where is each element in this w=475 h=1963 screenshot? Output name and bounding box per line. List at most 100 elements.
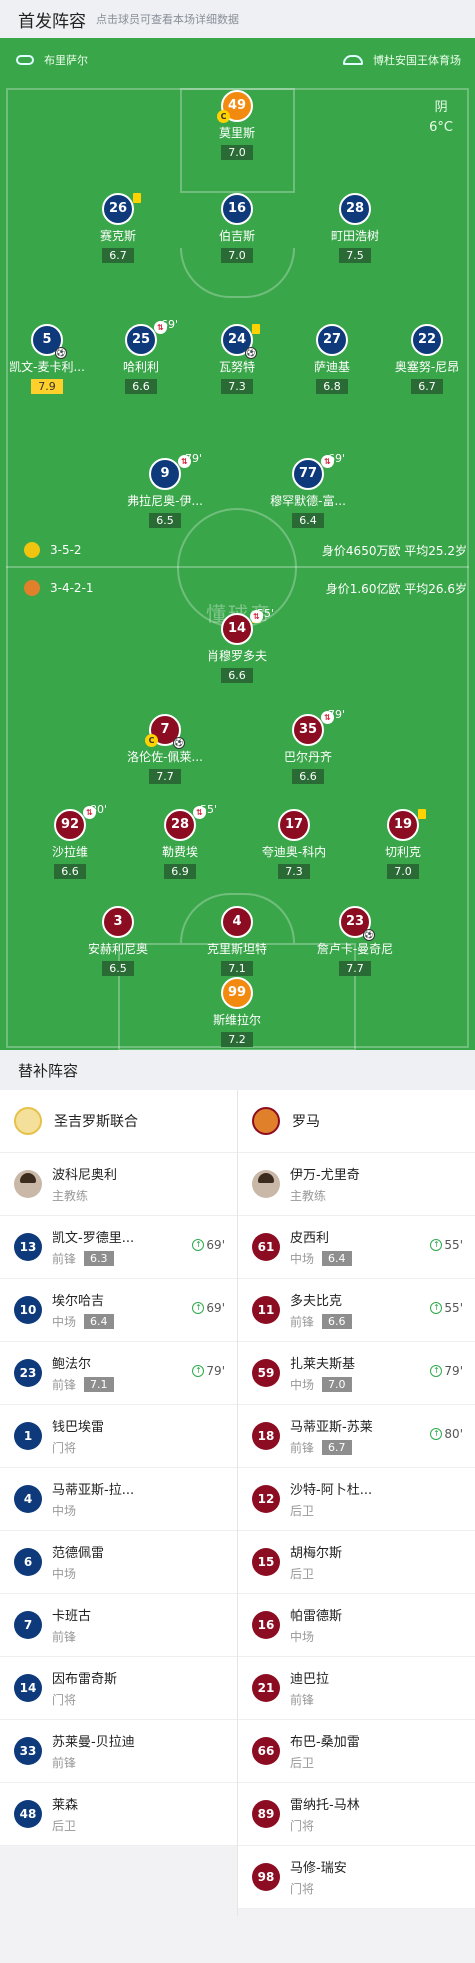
player-rating: 7.2 [221, 1032, 253, 1047]
bench-player-name: 迪巴拉 [290, 1672, 330, 1687]
player-rating: 7.3 [221, 379, 253, 394]
bench-player[interactable]: 7 卡班古 前锋 [0, 1594, 237, 1657]
player-number: 7 [160, 722, 170, 737]
yellow-card-icon [133, 193, 141, 203]
player-rating: 6.6 [292, 769, 324, 784]
away-player[interactable]: 7 C ⚽ 洛伦佐-佩莱... 7.7 [105, 714, 225, 784]
bench-player-number: 21 [252, 1674, 280, 1702]
bench-player-rating: 6.3 [84, 1251, 114, 1266]
coach-role: 主教练 [290, 1189, 327, 1203]
bench-player-name: 扎莱夫斯基 [290, 1357, 356, 1372]
player-number: 49 [227, 98, 247, 113]
bench-player[interactable]: 1 钱巴埃雷 门将 [0, 1405, 237, 1468]
player-rating: 7.1 [221, 961, 253, 976]
home-player[interactable]: 9 ⇅ 79' 弗拉尼奥-伊... 6.5 [105, 452, 225, 528]
home-player[interactable]: 77 ⇅ 69' 穆罕默德-富... 6.4 [248, 452, 368, 528]
away-player[interactable]: 14 ⇅ 55' 肖穆罗多夫 6.6 [177, 607, 297, 683]
bench-player-position: 后卫 [52, 1819, 77, 1833]
bench-player-name: 胡梅尔斯 [290, 1546, 343, 1561]
home-player[interactable]: 49 C 莫里斯 7.0 [177, 90, 297, 160]
home-formation: 3-5-2 [24, 542, 82, 558]
player-rating: 6.4 [292, 513, 324, 528]
bench-player-name: 雷纳托-马林 [290, 1798, 360, 1813]
away-formation: 3-4-2-1 [24, 580, 94, 596]
bench-player-number: 13 [14, 1233, 42, 1261]
stadium-icon [343, 55, 363, 65]
bench-player-position: 前锋 [290, 1441, 315, 1455]
goal-ball-icon: ⚽ [363, 929, 375, 941]
bench-player[interactable]: 66 布巴-桑加雷 后卫 [238, 1720, 475, 1783]
away-player[interactable]: 17 夸迪奥-科内 7.3 [234, 809, 354, 879]
bench-player-number: 15 [252, 1548, 280, 1576]
bench-player[interactable]: 33 苏莱曼-贝拉迪 前锋 [0, 1720, 237, 1783]
bench-player-number: 10 [14, 1296, 42, 1324]
player-number-badge: 92 ⇅ 80' [54, 803, 107, 841]
bench-player[interactable]: 48 莱森 后卫 [0, 1783, 237, 1846]
bench-player-number: 89 [252, 1800, 280, 1828]
bench-player[interactable]: 21 迪巴拉 前锋 [238, 1657, 475, 1720]
bench-player-name: 范德佩雷 [52, 1546, 105, 1561]
bench-player[interactable]: 14 因布雷奇斯 门将 [0, 1657, 237, 1720]
bench-player[interactable]: 61 皮西利 中场 6.4 ↑ 55' [238, 1216, 475, 1279]
home-player[interactable]: 22 奥塞努-尼昂 6.7 [367, 324, 475, 394]
player-number-badge: 5 ⚽ [31, 324, 67, 359]
bench-player-position: 中场 [52, 1504, 77, 1518]
sub-off-time: 55' [200, 803, 218, 816]
bench-player-rating: 7.1 [84, 1377, 114, 1392]
player-name: 穆罕默德-富... [270, 494, 346, 508]
away-player[interactable]: 3 安赫利尼奥 6.5 [58, 906, 178, 976]
away-team-name: 罗马 [292, 1114, 320, 1130]
away-player[interactable]: 28 ⇅ 55' 勒费埃 6.9 [120, 803, 240, 879]
bench-player-position: 中场 [290, 1252, 315, 1266]
player-rating: 6.7 [102, 248, 134, 263]
referee-info: 布里萨尔 [16, 52, 88, 68]
bench-player[interactable]: 23 鲍法尔 前锋 7.1 ↑ 79' [0, 1342, 237, 1405]
bench-player-number: 6 [14, 1548, 42, 1576]
away-player[interactable]: 4 克里斯坦特 7.1 [177, 906, 297, 976]
away-player[interactable]: 92 ⇅ 80' 沙拉维 6.6 [10, 803, 130, 879]
bench-player-rating: 6.6 [322, 1314, 352, 1329]
player-name: 赛克斯 [99, 229, 136, 243]
bench-player[interactable]: 10 埃尔哈吉 中场 6.4 ↑ 69' [0, 1279, 237, 1342]
sub-on-time: 69' [206, 1238, 225, 1252]
player-number-badge: 99 [221, 977, 253, 1009]
bench-player[interactable]: 16 帕雷德斯 中场 [238, 1594, 475, 1657]
bench-player[interactable]: 12 沙特-阿卜杜... 后卫 [238, 1468, 475, 1531]
bench-player[interactable]: 18 马蒂亚斯-苏莱 前锋 6.7 ↑ 80' [238, 1405, 475, 1468]
bench-player[interactable]: 4 马蒂亚斯-拉... 中场 [0, 1468, 237, 1531]
bench-player-rating: 6.4 [84, 1314, 114, 1329]
bench-player[interactable]: 13 凯文-罗德里... 前锋 6.3 ↑ 69' [0, 1216, 237, 1279]
player-number-badge: 9 ⇅ 79' [149, 452, 202, 490]
home-player[interactable]: 26 赛克斯 6.7 [58, 193, 178, 263]
bench-player[interactable]: 15 胡梅尔斯 后卫 [238, 1531, 475, 1594]
bench-player-name: 因布雷奇斯 [52, 1672, 118, 1687]
player-rating: 7.0 [387, 864, 419, 879]
player-number-badge: 26 [102, 193, 141, 225]
player-rating: 6.6 [221, 668, 253, 683]
player-number-badge: 27 [316, 324, 348, 356]
away-player[interactable]: 35 ⇅ 79' 巴尔丹齐 6.6 [248, 708, 368, 784]
coach-name: 波科尼奥利 [52, 1168, 118, 1183]
bench-player-name: 埃尔哈吉 [52, 1294, 105, 1309]
away-player[interactable]: 99 斯维拉尔 7.2 [177, 977, 297, 1047]
bench-player[interactable]: 11 多夫比克 前锋 6.6 ↑ 55' [238, 1279, 475, 1342]
bench-player-number: 48 [14, 1800, 42, 1828]
home-coach[interactable]: 波科尼奥利 主教练 [0, 1153, 237, 1216]
home-player[interactable]: 16 伯吉斯 7.0 [177, 193, 297, 263]
player-number: 28 [345, 201, 365, 216]
bench-player-number: 12 [252, 1485, 280, 1513]
player-number: 92 [60, 817, 80, 832]
bench-player[interactable]: 59 扎莱夫斯基 中场 7.0 ↑ 79' [238, 1342, 475, 1405]
bench-player[interactable]: 98 马修-瑞安 门将 [238, 1846, 475, 1909]
bench-player[interactable]: 89 雷纳托-马林 门将 [238, 1783, 475, 1846]
home-player[interactable]: 28 町田浩树 7.5 [295, 193, 415, 263]
away-player[interactable]: 23 ⚽ 詹卢卡-曼奇尼 7.7 [295, 906, 415, 976]
away-player[interactable]: 19 切利克 7.0 [343, 809, 463, 879]
player-number: 25 [131, 332, 151, 347]
player-rating: 7.0 [221, 145, 253, 160]
sub-on-icon: ↑ [430, 1239, 443, 1251]
player-rating: 7.9 [31, 379, 63, 394]
bench-player[interactable]: 6 范德佩雷 中场 [0, 1531, 237, 1594]
sub-off-time: 80' [90, 803, 108, 816]
away-coach[interactable]: 伊万-尤里奇 主教练 [238, 1153, 475, 1216]
